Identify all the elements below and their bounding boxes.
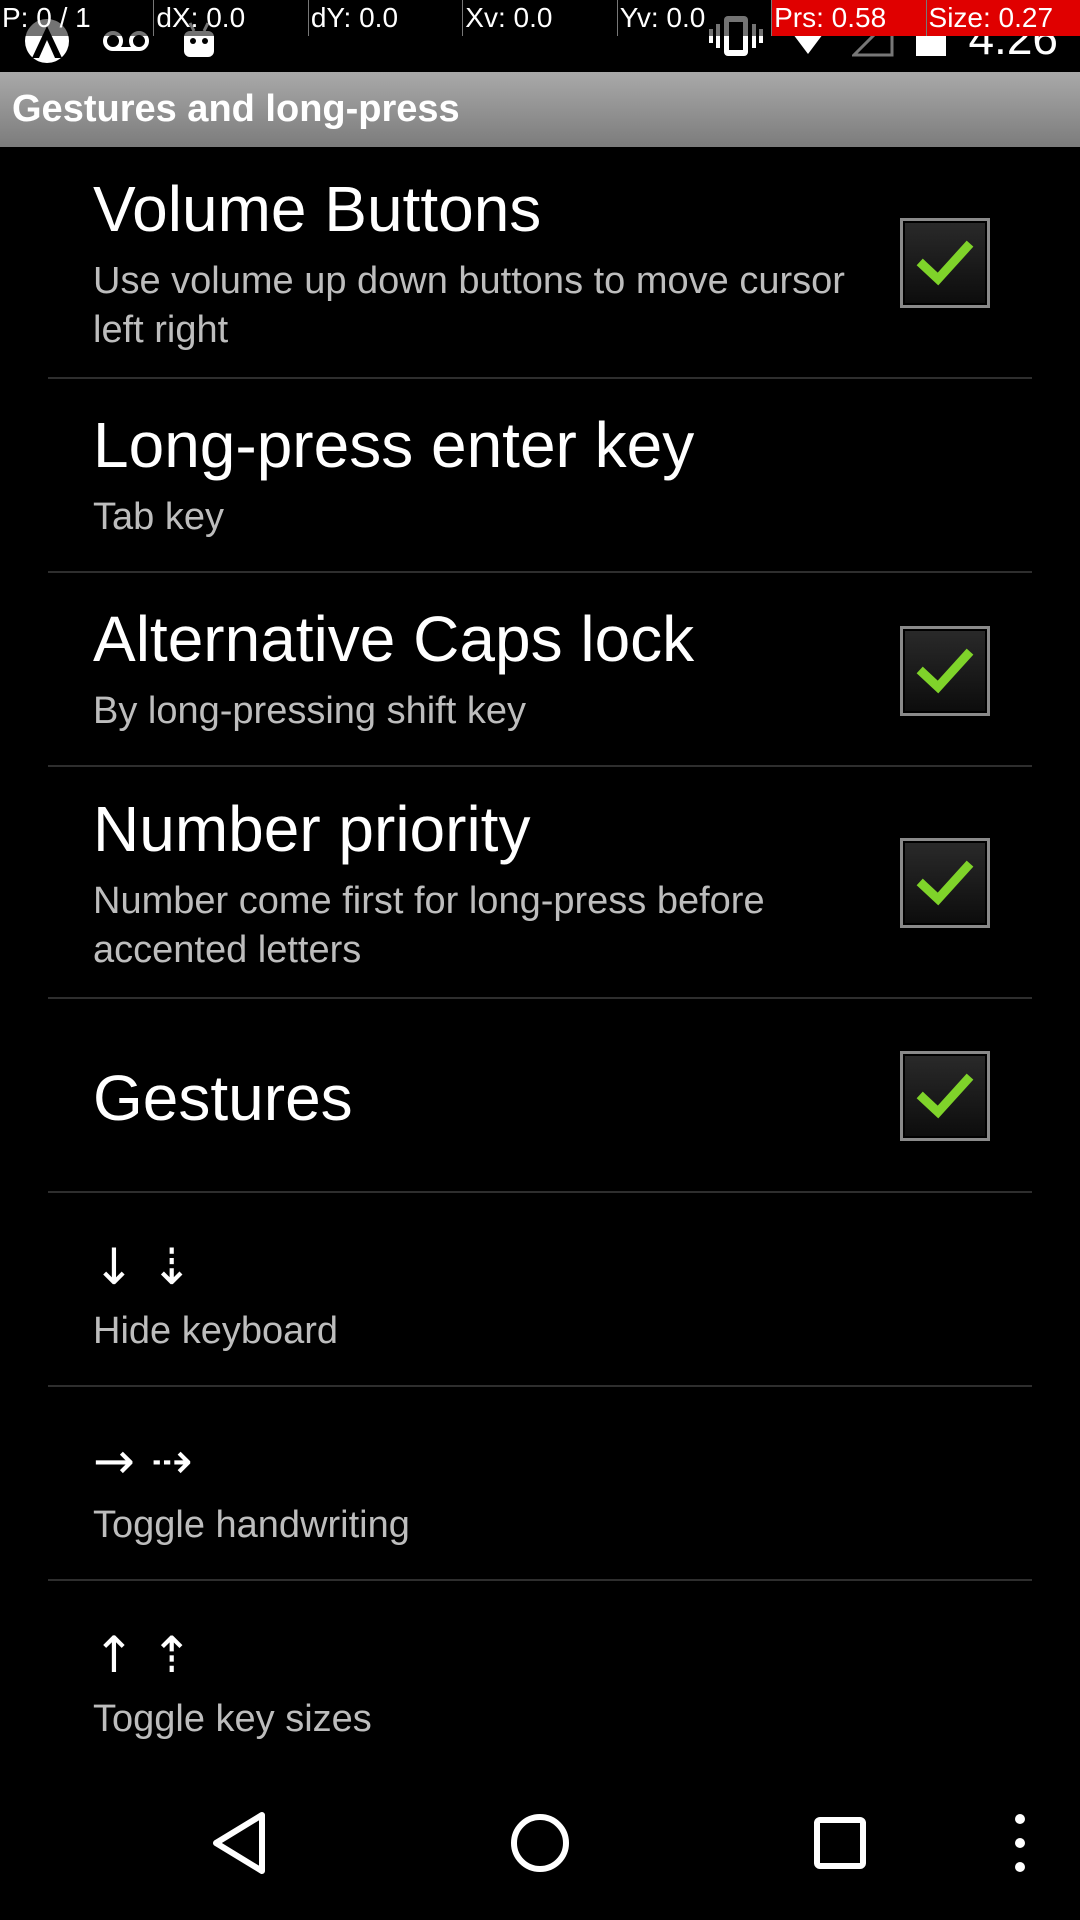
pressure: Prs: 0.58 bbox=[772, 0, 927, 36]
pref-number-priority[interactable]: Number priority Number come first for lo… bbox=[0, 767, 1080, 999]
recents-button[interactable] bbox=[780, 1770, 900, 1920]
delta-y: dY: 0.0 bbox=[309, 0, 464, 36]
pref-summary: By long-pressing shift key bbox=[93, 690, 526, 732]
overflow-menu-icon bbox=[1012, 1813, 1028, 1878]
pref-summary: Toggle key sizes bbox=[93, 1698, 372, 1740]
gestures-checkbox[interactable] bbox=[900, 1051, 990, 1141]
back-icon bbox=[210, 1811, 270, 1880]
overflow-menu-button[interactable] bbox=[990, 1770, 1050, 1920]
pref-title: Gestures bbox=[93, 1062, 353, 1134]
swipe-up-icon: ↑ ⇡ bbox=[93, 1626, 193, 1684]
pref-summary: Number come first for long-press before … bbox=[93, 880, 765, 971]
action-bar: Gestures and long-press bbox=[0, 72, 1080, 147]
pref-volume-buttons[interactable]: Volume Buttons Use volume up down button… bbox=[0, 147, 1080, 379]
pref-title: Alternative Caps lock bbox=[93, 603, 695, 675]
recents-icon bbox=[812, 1815, 868, 1876]
pref-gestures[interactable]: Gestures bbox=[0, 999, 1080, 1193]
pref-alternative-caps-lock[interactable]: Alternative Caps lock By long-pressing s… bbox=[0, 573, 1080, 767]
caps-lock-checkbox[interactable] bbox=[900, 626, 990, 716]
volume-buttons-checkbox[interactable] bbox=[900, 218, 990, 308]
pref-summary: Toggle handwriting bbox=[93, 1504, 410, 1546]
navigation-bar bbox=[0, 1770, 1080, 1920]
delta-x: dX: 0.0 bbox=[154, 0, 309, 36]
swipe-down-icon: ↓ ⇣ bbox=[93, 1238, 193, 1296]
home-button[interactable] bbox=[480, 1770, 600, 1920]
pref-title: Number priority bbox=[93, 793, 531, 865]
pref-gesture-hide-keyboard[interactable]: ↓ ⇣ Hide keyboard bbox=[0, 1193, 1080, 1387]
swipe-right-icon: → ⇢ bbox=[93, 1432, 193, 1490]
pref-summary: Use volume up down buttons to move curso… bbox=[93, 260, 845, 351]
pref-summary: Tab key bbox=[93, 496, 224, 538]
pref-title: Volume Buttons bbox=[93, 173, 542, 245]
pref-title: Long-press enter key bbox=[93, 409, 695, 481]
back-button[interactable] bbox=[180, 1770, 300, 1920]
touch-size: Size: 0.27 bbox=[926, 0, 1080, 36]
number-priority-checkbox[interactable] bbox=[900, 838, 990, 928]
velocity-y: Yv: 0.0 bbox=[618, 0, 773, 36]
home-icon bbox=[508, 1811, 572, 1880]
pref-gesture-toggle-key-sizes[interactable]: ↑ ⇡ Toggle key sizes bbox=[0, 1581, 1080, 1775]
preference-list: Volume Buttons Use volume up down button… bbox=[0, 147, 1080, 1775]
pref-gesture-toggle-handwriting[interactable]: → ⇢ Toggle handwriting bbox=[0, 1387, 1080, 1581]
pointer-location-overlay: P: 0 / 1 dX: 0.0 dY: 0.0 Xv: 0.0 Yv: 0.0… bbox=[0, 0, 1080, 36]
pref-summary: Hide keyboard bbox=[93, 1310, 339, 1352]
pref-long-press-enter[interactable]: Long-press enter key Tab key bbox=[0, 379, 1080, 573]
pointer-count: P: 0 / 1 bbox=[0, 0, 155, 36]
velocity-x: Xv: 0.0 bbox=[463, 0, 618, 36]
page-title: Gestures and long-press bbox=[12, 88, 460, 130]
